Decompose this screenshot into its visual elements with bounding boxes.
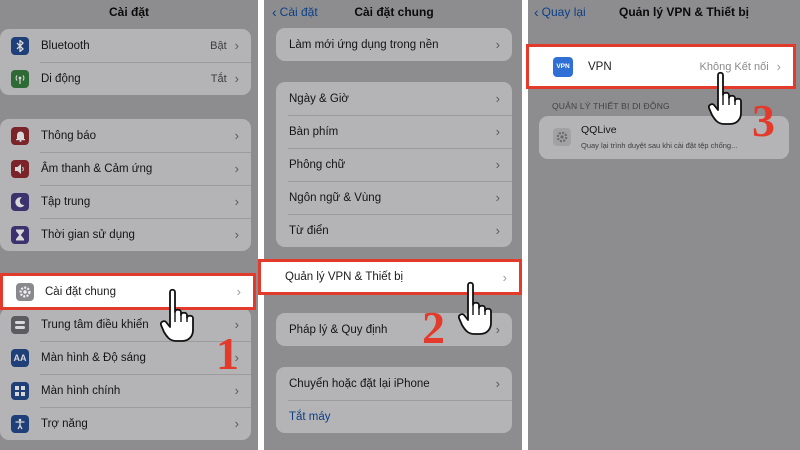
moon-icon [11,192,29,211]
item-label: Trợ năng [41,417,88,430]
settings-item-sound[interactable]: Âm thanh & Cảm ứng › [0,152,251,185]
control-center-icon [11,315,29,334]
section-header: QUẢN LÝ THIẾT BỊ DI ĐỘNG [552,101,670,111]
cellular-icon [11,69,29,88]
settings-item-display[interactable]: AA Màn hình & Độ sáng › [0,341,251,374]
gear-icon [16,282,34,301]
settings-item-shut-down[interactable]: Tắt máy [276,400,512,433]
settings-item-accessibility[interactable]: Trợ năng › [0,407,251,440]
chevron-right-icon: › [234,71,239,86]
display-group: Trung tâm điều khiển › AA Màn hình & Độ … [0,308,251,440]
settings-item-home-screen[interactable]: Màn hình chính › [0,374,251,407]
item-label: Quản lý VPN & Thiết bị [285,271,404,283]
chevron-right-icon: › [234,416,239,431]
settings-item-keyboard[interactable]: Bàn phím › [276,115,512,148]
settings-item-fonts[interactable]: Phông chữ › [276,148,512,181]
item-value: Bật [210,39,227,52]
pointer-hand-icon [458,281,492,335]
chevron-right-icon: › [495,124,500,139]
settings-item-notifications[interactable]: Thông báo › [0,119,251,152]
chevron-right-icon: › [236,284,241,299]
home-screen-icon [11,381,29,400]
settings-item-control-center[interactable]: Trung tâm điều khiển › [0,308,251,341]
connectivity-group: Bluetooth Bật › Di động Tắt › [0,29,251,95]
sound-icon [11,159,29,178]
step-number-1: 1 [216,328,239,379]
bluetooth-icon [11,36,29,55]
settings-item-transfer-reset[interactable]: Chuyển hoặc đặt lại iPhone › [276,367,512,400]
settings-item-screen-time[interactable]: Thời gian sử dụng › [0,218,251,251]
gear-icon [553,128,571,146]
chevron-right-icon: › [234,128,239,143]
background-refresh-group: Làm mới ứng dụng trong nền › [276,28,512,61]
chevron-right-icon: › [495,157,500,172]
item-label: Bluetooth [41,39,90,52]
chevron-right-icon: › [776,59,781,74]
pointer-hand-icon [708,71,742,125]
vpn-row[interactable]: VPN VPN Không Kết nối › [526,44,796,89]
chevron-right-icon: › [495,223,500,238]
accessibility-icon [11,414,29,433]
chevron-right-icon: › [234,383,239,398]
profile-subtitle: Quay lại trình duyệt sau khi cài đặt tệp… [581,141,738,150]
navbar: ‹ Quay lại Quản lý VPN & Thiết bị [528,0,800,24]
pointer-hand-icon [160,288,194,342]
settings-item-dictionary[interactable]: Từ điển › [276,214,512,247]
chevron-right-icon: › [495,37,500,52]
item-value: Tắt [210,72,227,85]
page-title: Quản lý VPN & Thiết bị [618,5,749,19]
item-label: Tập trung [41,195,91,208]
settings-item-focus[interactable]: Tập trung › [0,185,251,218]
settings-item-bluetooth[interactable]: Bluetooth Bật › [0,29,251,62]
chevron-right-icon: › [234,38,239,53]
settings-item-cellular[interactable]: Di động Tắt › [0,62,251,95]
item-label: Thời gian sử dụng [41,228,135,241]
chevron-right-icon: › [495,190,500,205]
hourglass-icon [11,225,29,244]
display-icon: AA [11,348,29,367]
item-label: Màn hình chính [41,384,121,397]
reset-group: Chuyển hoặc đặt lại iPhone › Tắt máy [276,367,512,433]
item-label: Âm thanh & Cảm ứng [41,162,153,175]
chevron-right-icon: › [495,91,500,106]
notifications-group: Thông báo › Âm thanh & Cảm ứng › Tập tru… [0,119,251,251]
settings-item-background-refresh[interactable]: Làm mới ứng dụng trong nền › [276,28,512,61]
chevron-right-icon: › [234,227,239,242]
item-label: Trung tâm điều khiển [41,318,149,331]
settings-item-date-time[interactable]: Ngày & Giờ › [276,82,512,115]
page-title: Cài đặt [108,5,149,19]
step-number-3: 3 [752,95,775,146]
chevron-left-icon: ‹ [534,4,539,20]
notification-icon [11,126,29,145]
vpn-icon: VPN [553,56,573,77]
item-label: Phông chữ [289,158,346,171]
item-label: Làm mới ứng dụng trong nền [289,38,439,51]
page-title: Cài đặt chung [354,5,434,19]
item-label: Từ điển [289,224,329,237]
item-label: Cài đặt chung [45,285,116,298]
general-settings-panel: ‹ Cài đặt Cài đặt chung Làm mới ứng dụng… [264,0,524,450]
item-label: Chuyển hoặc đặt lại iPhone [289,377,430,390]
language-group: Ngày & Giờ › Bàn phím › Phông chữ › Ngôn… [276,82,512,247]
navbar: Cài đặt [0,0,258,24]
item-label: Màn hình & Độ sáng [41,351,146,364]
item-label: Di động [41,72,81,85]
chevron-right-icon: › [234,161,239,176]
profile-name: QQLive [581,124,617,136]
item-label: Bàn phím [289,125,339,138]
chevron-right-icon: › [495,376,500,391]
navbar: ‹ Cài đặt Cài đặt chung [264,0,524,24]
settings-item-general[interactable]: Cài đặt chung › [0,273,256,310]
settings-panel: Cài đặt Bluetooth Bật › Di động Tắt › Th… [0,0,258,450]
shut-down-link: Tắt máy [289,410,331,423]
settings-item-language-region[interactable]: Ngôn ngữ & Vùng › [276,181,512,214]
item-label: Ngày & Giờ [289,92,349,105]
item-label: Ngôn ngữ & Vùng [289,191,382,204]
step-number-2: 2 [422,302,445,353]
chevron-right-icon: › [234,194,239,209]
chevron-right-icon: › [502,269,507,285]
vpn-label: VPN [588,60,612,73]
item-label: Thông báo [41,129,96,142]
